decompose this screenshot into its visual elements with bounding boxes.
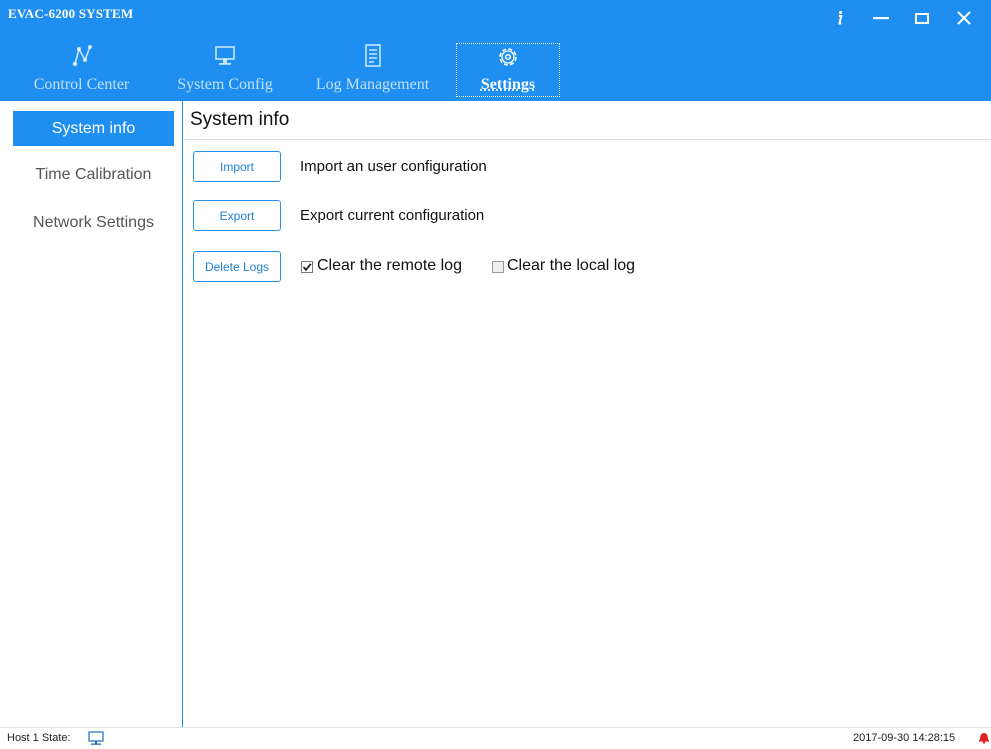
- status-datetime: 2017-09-30 14:28:15: [853, 732, 956, 744]
- page-title: System info: [190, 109, 290, 130]
- info-icon: [838, 10, 843, 25]
- tab-log-management[interactable]: Log Management: [292, 43, 453, 99]
- sidebar-item-system-info[interactable]: System info: [13, 111, 174, 146]
- clear-local-log-checkbox[interactable]: [492, 261, 504, 273]
- checkmark-icon: [302, 263, 312, 272]
- sidebar: System info Time Calibration Network Set…: [0, 101, 183, 727]
- tab-label: Settings: [480, 76, 536, 93]
- sidebar-item-time-calibration[interactable]: Time Calibration: [13, 157, 174, 192]
- clear-remote-log-label[interactable]: Clear the remote log: [317, 257, 462, 275]
- import-button[interactable]: Import: [193, 151, 281, 182]
- alarm-bell-icon[interactable]: [979, 730, 989, 744]
- tab-label: System Config: [177, 76, 273, 93]
- tab-system-config[interactable]: System Config: [161, 43, 289, 99]
- host-state-label: Host 1 State:: [7, 732, 71, 744]
- tab-label: Log Management: [315, 76, 430, 93]
- graph-nodes-icon: [72, 45, 92, 67]
- monitor-icon: [215, 46, 235, 65]
- window-title: EVAC-6200 SYSTEM: [8, 6, 134, 21]
- tab-control-center[interactable]: Control Center: [4, 43, 159, 99]
- status-bar: Host 1 State: 2017-09-30 14:28:15: [0, 727, 991, 749]
- export-description: Export current configuration: [300, 207, 485, 224]
- computer-icon: [88, 731, 104, 745]
- clear-local-log-label[interactable]: Clear the local log: [507, 257, 635, 275]
- export-button[interactable]: Export: [193, 200, 281, 231]
- close-button[interactable]: [945, 0, 983, 36]
- minimize-icon: [873, 17, 889, 20]
- import-description: Import an user configuration: [300, 158, 487, 175]
- tab-label: Control Center: [33, 76, 130, 93]
- clear-remote-log-checkbox[interactable]: [301, 261, 313, 273]
- maximize-icon: [915, 12, 929, 24]
- minimize-button[interactable]: [862, 0, 900, 36]
- delete-logs-button[interactable]: Delete Logs: [193, 251, 281, 282]
- document-icon: [364, 44, 381, 67]
- tab-settings[interactable]: Settings: [456, 43, 560, 97]
- title-divider: [184, 139, 991, 140]
- close-icon: [957, 11, 971, 25]
- sidebar-item-network-settings[interactable]: Network Settings: [13, 205, 174, 240]
- maximize-button[interactable]: [903, 0, 941, 36]
- info-button[interactable]: [820, 0, 858, 36]
- gear-icon: [499, 48, 517, 66]
- app-header: EVAC-6200 SYSTEM Control Center System C…: [0, 0, 991, 101]
